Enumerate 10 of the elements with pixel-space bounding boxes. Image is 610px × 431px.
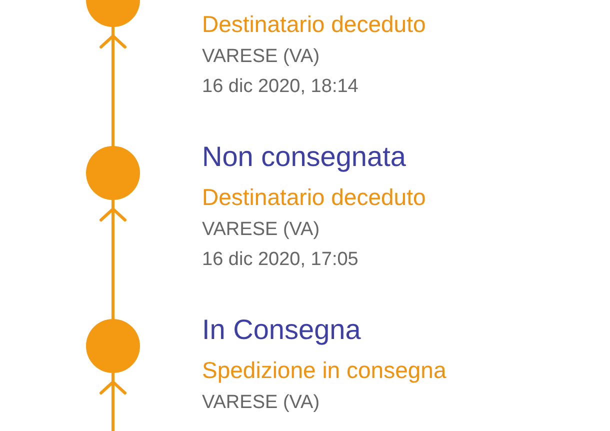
event-date: 16 dic 2020, 17:05 — [202, 248, 360, 272]
event-title: In Consegna — [202, 313, 362, 347]
event-status: Spedizione in consegna — [202, 356, 446, 385]
event-status: Destinatario deceduto — [202, 183, 426, 212]
event-place: VARESE (VA) — [202, 391, 321, 415]
event-status: Destinatario deceduto — [202, 10, 426, 39]
event-place: VARESE (VA) — [202, 45, 321, 69]
event-place: VARESE (VA) — [202, 218, 321, 242]
event-date: 16 dic 2020, 18:14 — [202, 75, 360, 99]
event-title: Non consegnata — [202, 140, 407, 174]
